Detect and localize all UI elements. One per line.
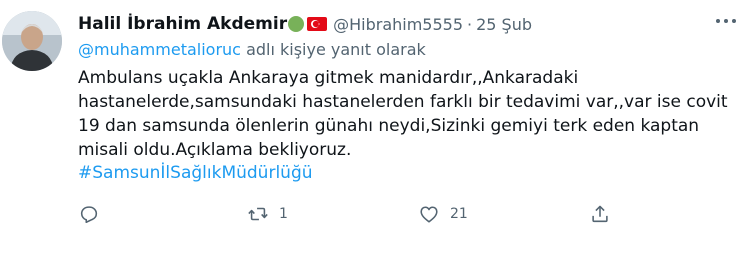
turkey-flag-icon [307,17,328,31]
reply-button[interactable] [78,200,110,228]
more-dot [732,19,736,23]
reply-context-label: adlı kişiye yanıt olarak [246,40,426,59]
separator-dot: · [467,14,473,34]
tweet[interactable]: Halil İbrahim Akdemir @Hibrahim5555 · 25… [0,0,748,255]
user-avatar-icon [2,11,62,71]
avatar[interactable] [2,11,62,71]
heart-icon [420,206,438,223]
tweet-text-line: misali oldu.Açıklama bekliyoruz. [78,140,352,160]
display-name[interactable]: Halil İbrahim Akdemir [78,14,287,34]
like-button[interactable]: 21 [418,200,468,228]
tweet-header: Halil İbrahim Akdemir @Hibrahim5555 · 25… [78,11,728,37]
retweet-count: 1 [279,206,288,222]
reply-icon [80,206,98,224]
hashtag-link[interactable]: #SamsunİlSağlıkMüdürlüğü [78,163,313,183]
reply-mention-link[interactable]: @muhammetalioruc [78,40,241,59]
action-bar: 1 21 [78,200,638,228]
share-icon [592,205,608,223]
more-dot [716,19,720,23]
tweet-text: Ambulans uçakla Ankaraya gitmek manidard… [78,66,728,162]
more-dot [724,19,728,23]
share-button[interactable] [589,200,611,228]
user-handle[interactable]: @Hibrahim5555 [333,15,463,34]
tweet-text-line: hastanelerde,samsundaki hastanelerden fa… [78,92,728,112]
tweet-timestamp[interactable]: 25 Şub [476,15,532,34]
more-icon[interactable] [716,17,736,25]
reply-context: @muhammetalioruc adlı kişiye yanıt olara… [78,40,426,59]
green-circle-icon [288,16,305,32]
like-count: 21 [450,206,468,222]
tweet-text-line: Ambulans uçakla Ankaraya gitmek manidard… [78,68,579,88]
retweet-icon [248,207,268,221]
tweet-text-line: 19 dan samsunda ölenlerin günahı neydi,S… [78,116,700,136]
retweet-button[interactable]: 1 [247,200,288,228]
